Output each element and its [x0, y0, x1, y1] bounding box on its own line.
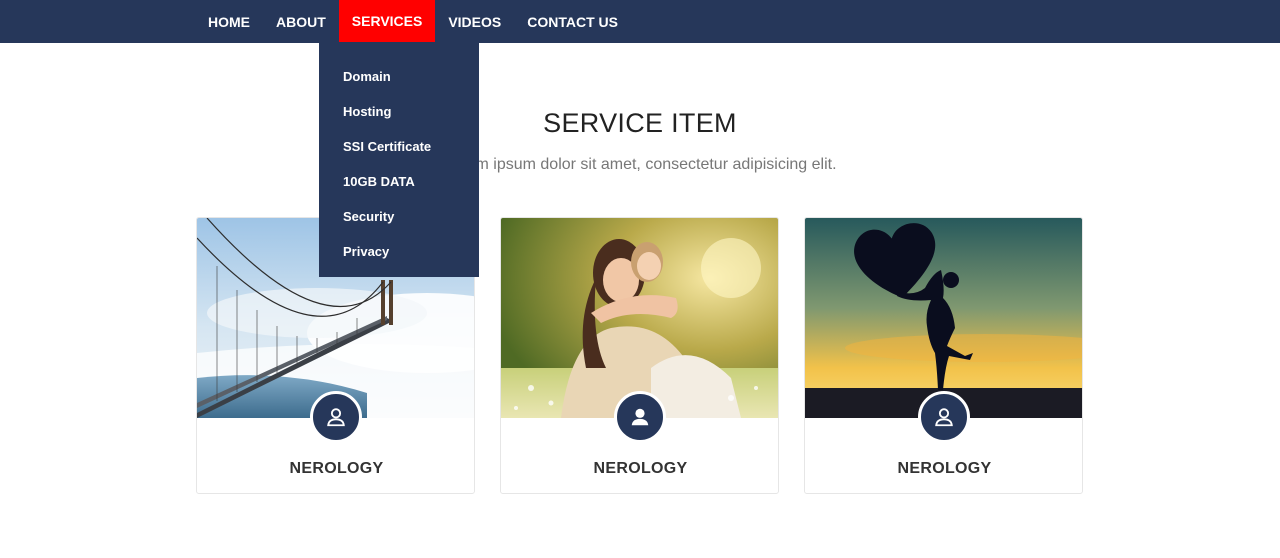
- nav-menu: HOME ABOUT SERVICES VIDEOS CONTACT US: [195, 0, 631, 43]
- nav-item-contact-us[interactable]: CONTACT US: [514, 0, 631, 43]
- dropdown-item-10gb-data[interactable]: 10GB DATA: [319, 164, 479, 199]
- section-subtitle: Lorem ipsum dolor sit amet, consectetur …: [443, 156, 837, 173]
- dropdown-item-hosting[interactable]: Hosting: [319, 94, 479, 129]
- heart-silhouette-sunset-photo: [805, 218, 1082, 418]
- nav-item-about[interactable]: ABOUT: [263, 0, 339, 43]
- user-outline-icon[interactable]: [918, 391, 970, 443]
- nav-item-services[interactable]: SERVICES: [338, 0, 436, 42]
- user-outline-icon[interactable]: [310, 391, 362, 443]
- service-card[interactable]: NEROLOGY: [500, 217, 779, 494]
- section-title: SERVICE ITEM: [543, 108, 737, 138]
- dropdown-item-ssl-certificate[interactable]: SSI Certificate: [319, 129, 479, 164]
- nav-item-videos[interactable]: VIDEOS: [435, 0, 514, 43]
- dropdown-item-security[interactable]: Security: [319, 199, 479, 234]
- card-title: NEROLOGY: [593, 460, 688, 477]
- dropdown-item-privacy[interactable]: Privacy: [319, 234, 479, 269]
- mother-and-daughter-photo: [501, 218, 778, 418]
- card-title: NEROLOGY: [289, 460, 384, 477]
- top-navbar: HOME ABOUT SERVICES VIDEOS CONTACT US: [0, 0, 1280, 43]
- services-dropdown-menu: Domain Hosting SSI Certificate 10GB DATA…: [319, 43, 479, 277]
- dropdown-item-domain[interactable]: Domain: [319, 59, 479, 94]
- service-card[interactable]: NEROLOGY: [804, 217, 1083, 494]
- card-title: NEROLOGY: [897, 460, 992, 477]
- nav-item-home[interactable]: HOME: [195, 0, 263, 43]
- user-solid-icon[interactable]: [614, 391, 666, 443]
